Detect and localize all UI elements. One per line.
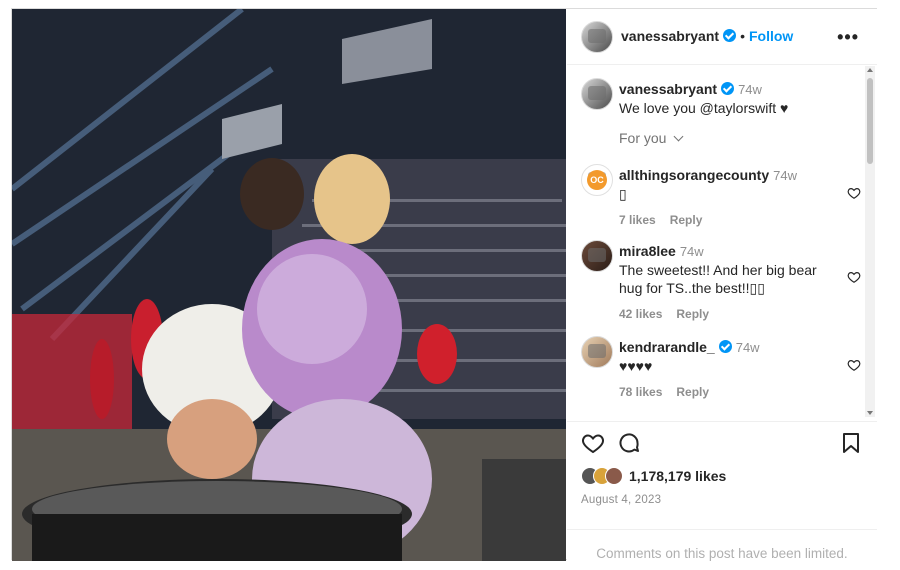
comment-text: ▯ [619, 186, 627, 202]
comment-text: The sweetest!! And her big bear hug for … [619, 262, 817, 296]
comment-username[interactable]: mira8lee [619, 243, 676, 259]
heart-icon[interactable] [847, 358, 861, 372]
reply-button[interactable]: Reply [670, 213, 703, 227]
comment-username[interactable]: kendrarandle_ [619, 339, 715, 355]
comment-avatar[interactable] [581, 336, 613, 368]
chevron-down-icon [673, 131, 684, 142]
comment-likes[interactable]: 78 likes [619, 385, 662, 399]
scrollbar-thumb[interactable] [867, 78, 873, 164]
for-you-label: For you [619, 130, 667, 146]
verified-icon [723, 29, 737, 42]
comment-username[interactable]: allthingsorangecounty [619, 167, 769, 183]
comment-body: mira8lee 74w The sweetest!! And her big b… [619, 242, 831, 323]
caption-avatar[interactable] [581, 78, 613, 110]
comment-likes[interactable]: 42 likes [619, 307, 662, 321]
likes-count[interactable]: 1,178,179 likes [629, 468, 726, 484]
comment-avatar[interactable] [581, 240, 613, 272]
scroll-up-icon[interactable] [867, 68, 873, 72]
caption-time[interactable]: 74w [738, 82, 762, 97]
caption-body: vanessabryant 74w We love you @taylorswif… [619, 80, 831, 117]
reply-button[interactable]: Reply [676, 385, 709, 399]
heart-icon[interactable] [847, 270, 861, 284]
separator-dot: • [740, 28, 745, 44]
post-photo [12, 9, 566, 561]
caption-username[interactable]: vanessabryant [619, 81, 717, 97]
comments-limited-notice: Comments on this post have been limited. [567, 529, 877, 561]
post-side-panel: vanessabryant • Follow ••• vanessabryant 74… [567, 9, 877, 561]
author-username[interactable]: vanessabryant [621, 28, 719, 44]
verified-icon [721, 82, 735, 95]
comments-list[interactable]: vanessabryant 74w We love you @taylorswif… [567, 66, 877, 417]
bookmark-icon[interactable] [839, 431, 863, 455]
post-modal: vanessabryant • Follow ••• vanessabryant 74… [11, 8, 877, 561]
oc-logo: OC [587, 170, 607, 190]
caption-text: We love you @taylorswift ♥ [619, 100, 789, 116]
comment-body: allthingsorangecounty 74w ▯ 7 likes Reply [619, 166, 831, 229]
likes-summary[interactable]: 1,178,179 likes [581, 467, 726, 485]
reply-button[interactable]: Reply [676, 307, 709, 321]
author-line: vanessabryant • Follow [621, 28, 793, 46]
concert-photo-illustration [12, 9, 566, 561]
more-icon[interactable]: ••• [837, 27, 859, 48]
comment-row: mira8lee 74w The sweetest!! And her big b… [581, 240, 861, 323]
comment-time[interactable]: 74w [736, 340, 760, 355]
heart-icon[interactable] [581, 431, 605, 455]
comment-icon[interactable] [617, 431, 641, 455]
scroll-down-icon[interactable] [867, 411, 873, 415]
comment-time[interactable]: 74w [773, 168, 797, 183]
caption-row: vanessabryant 74w We love you @taylorswif… [581, 78, 861, 124]
heart-icon[interactable] [847, 186, 861, 200]
comment-body: kendrarandle_ 74w ♥♥♥♥ 78 likes Reply [619, 338, 831, 401]
comment-row: kendrarandle_ 74w ♥♥♥♥ 78 likes Reply [581, 336, 861, 401]
comment-text: ♥♥♥♥ [619, 358, 653, 374]
comment-avatar[interactable]: OC [581, 164, 613, 196]
comment-meta: 7 likes Reply [619, 211, 831, 229]
comment-likes[interactable]: 7 likes [619, 213, 656, 227]
post-header: vanessabryant • Follow ••• [567, 9, 877, 65]
verified-icon [718, 340, 732, 353]
comment-row: OC allthingsorangecounty 74w ▯ 7 likes Rep… [581, 164, 861, 229]
post-actions: 1,178,179 likes August 4, 2023 Comments … [567, 421, 877, 561]
comments-scrollbar[interactable] [865, 66, 875, 417]
post-date[interactable]: August 4, 2023 [581, 494, 661, 506]
for-you-filter[interactable]: For you [619, 130, 684, 146]
comment-time[interactable]: 74w [680, 244, 704, 259]
author-avatar[interactable] [581, 21, 613, 53]
comment-meta: 42 likes Reply [619, 305, 831, 323]
liker-avatar [605, 467, 623, 485]
comment-meta: 78 likes Reply [619, 383, 831, 401]
follow-button[interactable]: Follow [749, 28, 793, 44]
